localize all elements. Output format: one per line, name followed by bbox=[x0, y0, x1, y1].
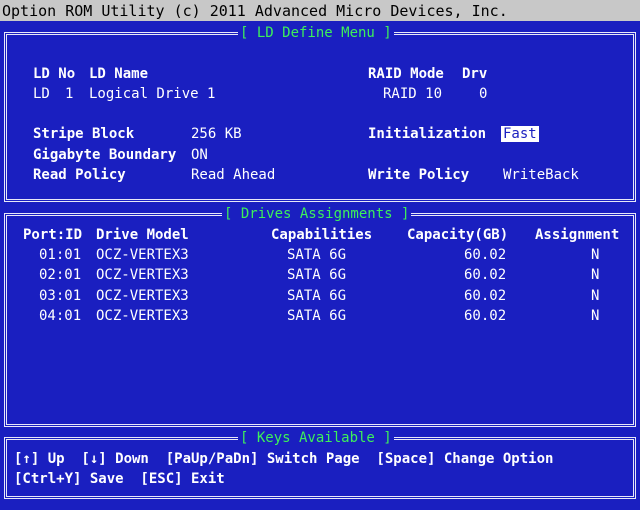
capabilities-header: Capabilities bbox=[271, 227, 373, 243]
write-policy-value[interactable]: WriteBack bbox=[503, 167, 579, 183]
ld-name: Logical Drive 1 bbox=[89, 86, 216, 102]
port-id-cell: 04:01 bbox=[39, 308, 82, 324]
port-id-cell: 03:01 bbox=[39, 288, 82, 304]
raid-mode-value: RAID 10 bbox=[383, 86, 443, 102]
assignment-cell[interactable]: N bbox=[591, 267, 599, 283]
capabilities-cell: SATA 6G bbox=[287, 288, 347, 304]
ld-no-header: LD No bbox=[33, 66, 76, 82]
stripe-block-value[interactable]: 256 KB bbox=[191, 126, 242, 142]
drv-header: Drv bbox=[462, 66, 488, 82]
capacity-header: Capacity(GB) bbox=[407, 227, 509, 243]
ld-label: LD bbox=[33, 86, 50, 102]
assignment-header: Assignment bbox=[535, 227, 620, 243]
drive-model-header: Drive Model bbox=[96, 227, 189, 243]
raid-mode-header: RAID Mode bbox=[368, 66, 444, 82]
drive-model-cell: OCZ-VERTEX3 bbox=[96, 247, 189, 263]
capabilities-cell: SATA 6G bbox=[287, 247, 347, 263]
keys-line-1: [↑] Up [↓] Down [PaUp/PaDn] Switch Page … bbox=[14, 451, 554, 467]
drive-model-cell: OCZ-VERTEX3 bbox=[96, 308, 189, 324]
drives-assignments-title: [ Drives Assignments ] bbox=[222, 206, 412, 222]
keys-line-2: [Ctrl+Y] Save [ESC] Exit bbox=[14, 471, 225, 487]
stripe-block-label: Stripe Block bbox=[33, 126, 135, 142]
drv-value: 0 bbox=[479, 86, 488, 102]
title-bar: Option ROM Utility (c) 2011 Advanced Mic… bbox=[0, 0, 640, 21]
capacity-cell: 60.02 bbox=[464, 308, 507, 324]
port-id-cell: 02:01 bbox=[39, 267, 82, 283]
capacity-cell: 60.02 bbox=[464, 247, 507, 263]
gigabyte-boundary-label: Gigabyte Boundary bbox=[33, 147, 177, 163]
assignment-cell[interactable]: N bbox=[591, 247, 599, 263]
read-policy-label: Read Policy bbox=[33, 167, 126, 183]
assignment-cell[interactable]: N bbox=[591, 288, 599, 304]
ld-number: 1 bbox=[65, 86, 74, 102]
port-id-header: Port:ID bbox=[23, 227, 83, 243]
ld-name-header: LD Name bbox=[89, 66, 149, 82]
initialization-value[interactable]: Fast bbox=[501, 126, 539, 142]
drive-model-cell: OCZ-VERTEX3 bbox=[96, 288, 189, 304]
keys-available-panel bbox=[4, 437, 636, 499]
assignment-cell[interactable]: N bbox=[591, 308, 599, 324]
capabilities-cell: SATA 6G bbox=[287, 267, 347, 283]
title-bar-text: Option ROM Utility (c) 2011 Advanced Mic… bbox=[2, 2, 508, 20]
capabilities-cell: SATA 6G bbox=[287, 308, 347, 324]
write-policy-label: Write Policy bbox=[368, 167, 470, 183]
read-policy-value[interactable]: Read Ahead bbox=[191, 167, 275, 183]
drive-model-cell: OCZ-VERTEX3 bbox=[96, 267, 189, 283]
ld-define-title: [ LD Define Menu ] bbox=[238, 25, 394, 41]
capacity-cell: 60.02 bbox=[464, 288, 507, 304]
keys-available-title: [ Keys Available ] bbox=[238, 430, 394, 446]
port-id-cell: 01:01 bbox=[39, 247, 82, 263]
capacity-cell: 60.02 bbox=[464, 267, 507, 283]
gigabyte-boundary-value[interactable]: ON bbox=[191, 147, 208, 163]
initialization-label: Initialization bbox=[368, 126, 487, 142]
